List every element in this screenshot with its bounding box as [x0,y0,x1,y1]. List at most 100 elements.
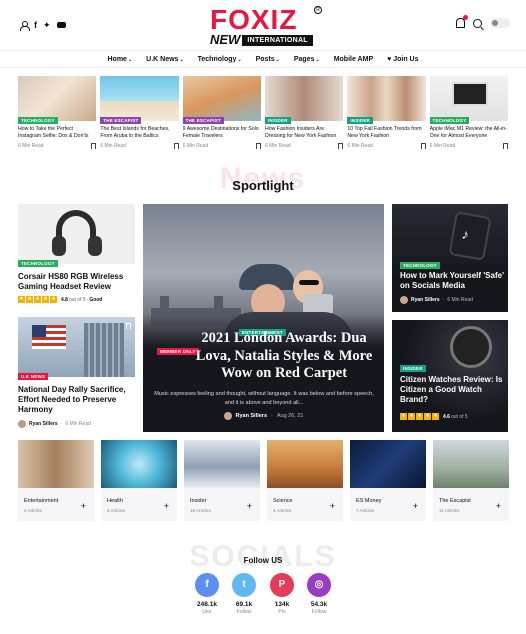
post-thumbnail[interactable]: TECHNOLOGY [18,76,97,124]
post-title[interactable]: How Fashion Insiders Are Dressing for Ne… [265,126,343,139]
facebook-icon[interactable]: f [34,20,37,30]
category-card-entertainment[interactable]: Entertainment 4 Articles + [18,440,94,521]
pinterest-icon[interactable]: P [270,573,294,597]
notification-bell-icon[interactable] [456,15,468,28]
category-card-es-money[interactable]: ES Money 7 Articles + [350,440,426,521]
strip-card[interactable]: TECHNOLOGY How to Take the Perfect Insta… [18,76,97,154]
post-thumbnail[interactable]: TECHNOLOGY [18,204,135,267]
category-thumbnail[interactable] [184,440,260,488]
facebook-icon[interactable]: f [195,573,219,597]
social-instagram[interactable]: ◎ 54.3k Follow [307,573,331,615]
category-name[interactable]: ES Money [356,498,381,504]
category-name[interactable]: Insider [190,498,207,504]
bookmark-icon[interactable] [420,143,426,149]
strip-card[interactable]: INSIDER 10 Top Fall Fashion Trends from … [347,76,426,154]
dark-mode-toggle[interactable] [490,18,510,28]
featured-post[interactable]: ENTERTAINMENT MEMBER ONLY 2021 London Aw… [143,204,384,432]
nav-pages[interactable]: Pages⌄ [294,56,320,63]
bookmark-icon[interactable] [126,323,131,329]
author-avatar[interactable] [223,412,232,420]
post-title[interactable]: National Day Rally Sacrifice, Effort Nee… [18,385,135,415]
featured-title[interactable]: 2021 London Awards: Dua Lova, Natalia St… [155,330,379,383]
follow-plus-icon[interactable]: + [247,502,252,511]
spotlight-card-national-day[interactable]: U.K NEWS National Day Rally Sacrifice, E… [18,317,135,428]
follow-plus-icon[interactable]: + [413,502,418,511]
strip-card[interactable]: INSIDER How Fashion Insiders Are Dressin… [264,76,344,154]
search-icon[interactable] [473,18,482,28]
category-tag[interactable]: TECHNOLOGY [18,260,58,267]
post-title[interactable]: 10 Top Fall Fashion Trends from New York… [347,126,425,139]
category-name[interactable]: Health [107,498,123,504]
bookmark-icon[interactable] [255,143,261,149]
post-title[interactable]: How to Mark Yourself 'Safe' on Socials M… [400,271,504,291]
bookmark-icon[interactable] [502,143,508,149]
social-pinterest[interactable]: P 134k Pin [270,573,294,615]
nav-join-us[interactable]: ♥ Join Us [387,56,418,63]
category-tag[interactable]: THE ESCAPIST [100,117,142,124]
nav-technology[interactable]: Technology⌄ [198,56,242,63]
category-tag[interactable]: TECHNOLOGY [18,117,58,124]
nav-posts[interactable]: Posts⌄ [256,56,280,63]
category-card-insider[interactable]: Insider 16 Articles + [184,440,260,521]
post-title[interactable]: Citizen Watches Review: Is Citizen a Goo… [400,375,504,405]
post-thumbnail[interactable]: INSIDER [347,76,426,124]
post-title[interactable]: Corsair HS80 RGB Wireless Gaming Headset… [18,272,135,292]
strip-card[interactable]: THE ESCAPIST The Best Islands for Beache… [100,76,179,154]
nav-mobile-amp[interactable]: Mobile AMP [334,56,373,63]
post-thumbnail[interactable]: INSIDER [264,76,344,124]
spotlight-card-headset[interactable]: TECHNOLOGY Corsair HS80 RGB Wireless Gam… [18,204,135,303]
instagram-icon[interactable]: ◎ [307,573,331,597]
spotlight-card-citizen-watch[interactable]: INSIDER Citizen Watches Review: Is Citiz… [392,320,508,432]
category-name[interactable]: The Escapist [439,498,471,504]
bookmark-icon[interactable] [338,143,344,149]
twitter-icon[interactable]: ✦ [43,20,51,30]
category-tag[interactable]: INSIDER [400,365,426,372]
author-name[interactable]: Ryan Sillers [236,413,268,419]
social-facebook[interactable]: f 248.1k Like [195,573,219,615]
follow-plus-icon[interactable]: + [164,502,169,511]
author-avatar[interactable] [400,296,408,304]
category-card-science[interactable]: Science 4 Articles + [267,440,343,521]
category-thumbnail[interactable] [18,440,94,488]
nav-home[interactable]: Home⌄ [107,56,132,63]
bookmark-icon[interactable] [173,143,179,149]
twitter-icon[interactable]: t [232,573,256,597]
strip-card[interactable]: TECHNOLOGY Apple iMac M1 Review: the All… [429,76,508,154]
category-tag[interactable]: U.K NEWS [18,373,49,380]
strip-card[interactable]: THE ESCAPIST 9 Awesome Destinations for … [182,76,261,154]
category-thumbnail[interactable] [267,440,343,488]
post-thumbnail[interactable]: THE ESCAPIST [182,76,261,124]
post-title[interactable]: How to Take the Perfect Instagram Selfie… [18,126,96,139]
post-title[interactable]: The Best Islands for Beaches, From Aruba… [100,126,178,139]
user-icon[interactable] [20,20,30,31]
category-thumbnail[interactable] [433,440,509,488]
category-tag[interactable]: INSIDER [347,117,373,124]
post-thumbnail[interactable]: U.K NEWS [18,317,135,380]
spotlight-card-socials[interactable]: ♪ TECHNOLOGY How to Mark Yourself 'Safe'… [392,204,508,312]
site-logo[interactable]: FOXIZ R NEW INTERNATIONAL [210,6,322,46]
follow-plus-icon[interactable]: + [330,502,335,511]
category-name[interactable]: Science [273,498,293,504]
bookmark-icon[interactable] [91,143,97,149]
post-thumbnail[interactable]: TECHNOLOGY [429,76,508,124]
category-tag[interactable]: INSIDER [264,117,291,124]
post-title[interactable]: Apple iMac M1 Review: the All-in-One for… [430,126,508,139]
youtube-icon[interactable] [56,22,66,28]
author-name[interactable]: Ryan Sillers [29,421,58,427]
category-card-the-escapist[interactable]: The Escapist 11 Articles + [433,440,509,521]
category-card-health[interactable]: Health 6 Articles + [101,440,177,521]
author-avatar[interactable] [18,420,26,428]
category-tag[interactable]: TECHNOLOGY [429,117,470,124]
category-tag[interactable]: THE ESCAPIST [182,117,224,124]
post-thumbnail[interactable]: THE ESCAPIST [100,76,179,124]
category-name[interactable]: Entertainment [24,498,58,504]
category-thumbnail[interactable] [350,440,426,488]
follow-plus-icon[interactable]: + [81,502,86,511]
post-title[interactable]: 9 Awesome Destinations for Solo Female T… [183,126,261,139]
category-thumbnail[interactable] [101,440,177,488]
author-name[interactable]: Ryan Sillers [411,297,440,303]
category-tag[interactable]: TECHNOLOGY [400,262,440,269]
social-twitter[interactable]: t 69.1k Follow [232,573,256,615]
nav-uk-news[interactable]: U.K News⌄ [146,56,184,63]
follow-plus-icon[interactable]: + [496,502,501,511]
